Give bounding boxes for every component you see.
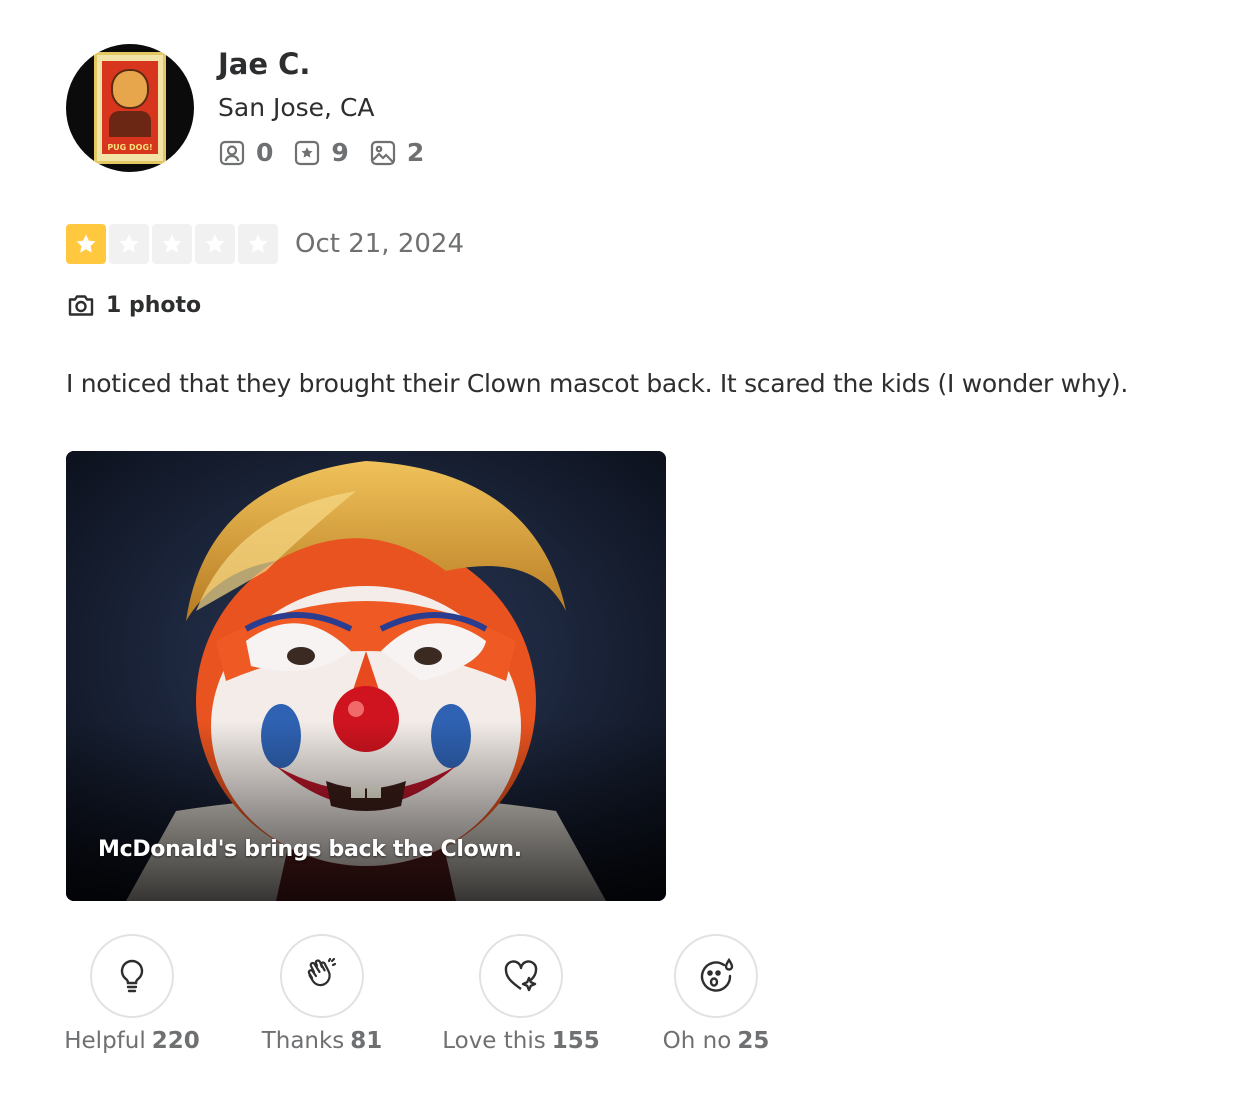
user-location: San Jose, CA (218, 93, 375, 122)
user-avatar[interactable]: PUG DOG! (66, 44, 194, 172)
star-icon (248, 234, 268, 253)
reaction-helpful-label: Helpful (64, 1028, 146, 1054)
photos-icon (370, 140, 395, 165)
reaction-oh-no[interactable]: Oh no 25 (616, 934, 816, 1054)
rating-row: Oct 21, 2024 (66, 224, 464, 264)
reviews-stat: 9 (293, 138, 349, 167)
rating-star-4 (195, 224, 235, 264)
reaction-love-label: Love this (442, 1028, 546, 1054)
reaction-thanks-count: 81 (350, 1028, 383, 1054)
reaction-thanks[interactable]: Thanks 81 (222, 934, 422, 1054)
user-header: PUG DOG! Jae C. San Jose, CA 0 9 2 (66, 44, 444, 172)
star-icon (162, 234, 182, 253)
clown-portrait-image (66, 451, 666, 901)
reaction-helpful-button[interactable] (90, 934, 174, 1018)
reaction-oh-no-label: Oh no (662, 1028, 732, 1054)
photo-count-link[interactable]: 1 photo (66, 290, 201, 320)
friends-count: 0 (256, 138, 274, 167)
user-stats: 0 9 2 (218, 138, 444, 167)
clapping-hands-icon (307, 957, 337, 987)
reaction-helpful-count: 220 (151, 1028, 200, 1054)
photos-count: 2 (406, 138, 425, 167)
rating-star-1 (66, 224, 106, 264)
reviews-icon (295, 140, 320, 165)
star-icon (205, 234, 225, 253)
heart-sparkle-icon (504, 960, 538, 992)
friends-icon (219, 140, 245, 165)
reaction-thanks-button[interactable] (280, 934, 364, 1018)
reaction-love[interactable]: Love this 155 (421, 934, 621, 1054)
rating-star-5 (238, 224, 278, 264)
review-photo[interactable]: McDonald's brings back the Clown. (66, 451, 666, 901)
reaction-oh-no-count: 25 (737, 1028, 770, 1054)
reaction-oh-no-button[interactable] (674, 934, 758, 1018)
reaction-thanks-label: Thanks (261, 1028, 345, 1054)
reviews-count: 9 (331, 138, 349, 167)
photos-stat: 2 (369, 138, 424, 167)
surprised-face-icon (700, 957, 734, 992)
review-date: Oct 21, 2024 (295, 229, 464, 259)
rating-star-3 (152, 224, 192, 264)
photo-count-label: 1 photo (106, 292, 202, 318)
reaction-helpful[interactable]: Helpful 220 (32, 934, 232, 1054)
photo-caption: McDonald's brings back the Clown. (98, 837, 522, 862)
lightbulb-icon (120, 959, 144, 993)
avatar-poster-text: PUG DOG! (102, 141, 158, 154)
camera-icon (68, 295, 94, 316)
user-name[interactable]: Jae C. (218, 44, 444, 84)
review-text: I noticed that they brought their Clown … (66, 369, 1128, 398)
reaction-love-button[interactable] (479, 934, 563, 1018)
reaction-love-count: 155 (551, 1028, 600, 1054)
star-icon (76, 234, 96, 253)
friends-stat: 0 (218, 138, 273, 167)
avatar-poster-image: PUG DOG! (94, 52, 166, 164)
star-icon (119, 234, 139, 253)
rating-star-2 (109, 224, 149, 264)
